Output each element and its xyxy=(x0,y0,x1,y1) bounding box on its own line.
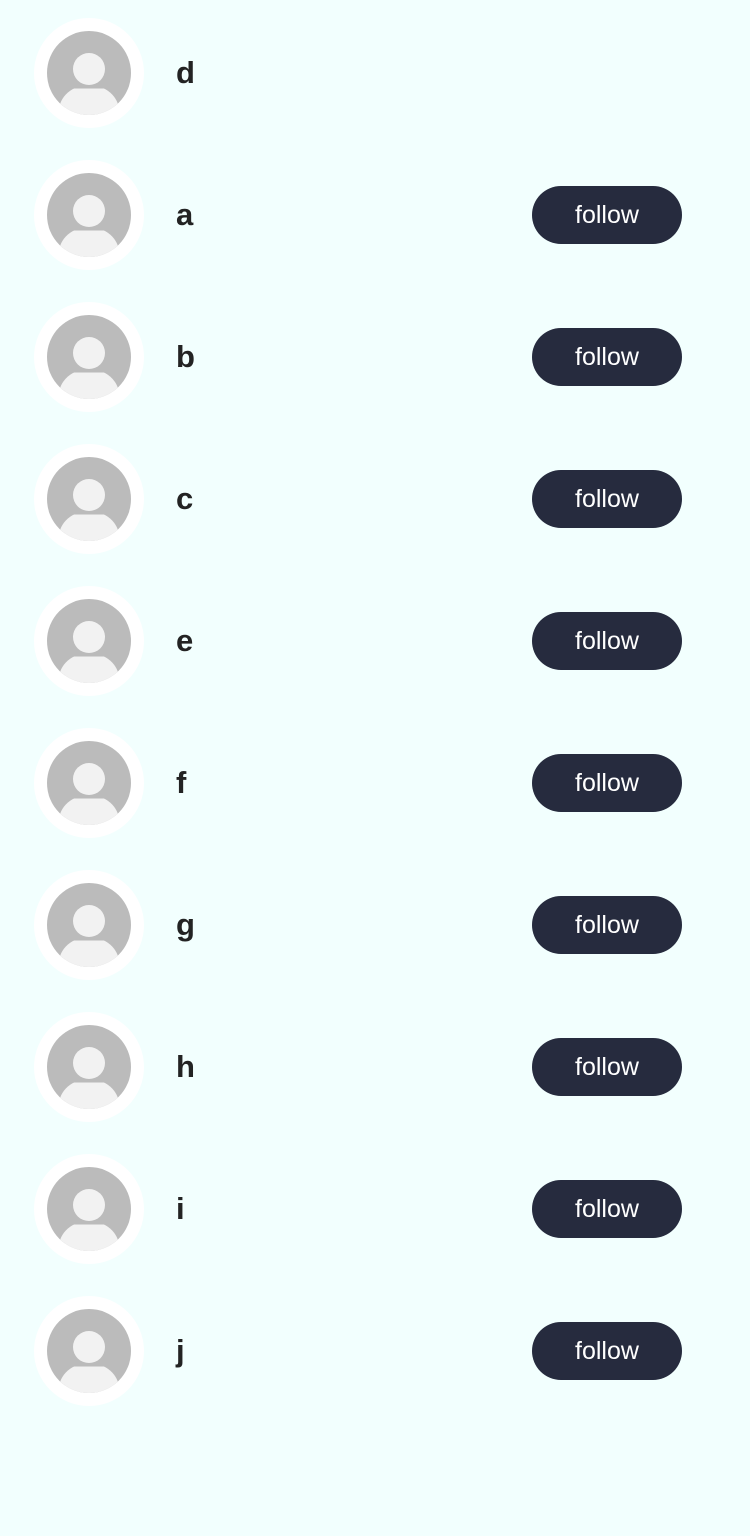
list-item[interactable]: g follow xyxy=(0,852,750,994)
username: f xyxy=(176,765,187,800)
avatar[interactable] xyxy=(34,1296,144,1406)
avatar[interactable] xyxy=(34,1012,144,1122)
list-item[interactable]: a follow xyxy=(0,142,750,284)
list-item[interactable]: d xyxy=(0,0,750,142)
follow-button[interactable]: follow xyxy=(532,896,682,954)
username: g xyxy=(176,907,195,942)
user-avatar-icon xyxy=(47,599,131,683)
user-avatar-icon xyxy=(47,741,131,825)
user-avatar-icon xyxy=(47,457,131,541)
user-avatar-icon xyxy=(47,1309,131,1393)
user-avatar-icon xyxy=(47,31,131,115)
user-avatar-icon xyxy=(47,315,131,399)
list-item[interactable]: e follow xyxy=(0,568,750,710)
username: h xyxy=(176,1049,195,1084)
username: a xyxy=(176,197,194,232)
user-list: d a follow b follow c follow e follow f … xyxy=(0,0,750,1536)
avatar[interactable] xyxy=(34,160,144,270)
avatar[interactable] xyxy=(34,302,144,412)
username: i xyxy=(176,1191,185,1226)
username: j xyxy=(176,1333,185,1368)
avatar[interactable] xyxy=(34,444,144,554)
list-item[interactable]: b follow xyxy=(0,284,750,426)
user-avatar-icon xyxy=(47,883,131,967)
follow-button[interactable]: follow xyxy=(532,186,682,244)
follow-button[interactable]: follow xyxy=(532,754,682,812)
follow-button[interactable]: follow xyxy=(532,470,682,528)
follow-button[interactable]: follow xyxy=(532,1038,682,1096)
list-item[interactable]: h follow xyxy=(0,994,750,1136)
follow-button[interactable]: follow xyxy=(532,328,682,386)
user-avatar-icon xyxy=(47,1025,131,1109)
avatar[interactable] xyxy=(34,586,144,696)
username: d xyxy=(176,55,195,90)
user-avatar-icon xyxy=(47,173,131,257)
follow-button[interactable]: follow xyxy=(532,1322,682,1380)
avatar[interactable] xyxy=(34,870,144,980)
follow-button[interactable]: follow xyxy=(532,612,682,670)
list-item[interactable]: j follow xyxy=(0,1278,750,1420)
username: c xyxy=(176,481,194,516)
follow-button[interactable]: follow xyxy=(532,1180,682,1238)
list-item[interactable]: i follow xyxy=(0,1136,750,1278)
avatar[interactable] xyxy=(34,1154,144,1264)
username: b xyxy=(176,339,195,374)
user-avatar-icon xyxy=(47,1167,131,1251)
avatar[interactable] xyxy=(34,728,144,838)
list-item[interactable]: f follow xyxy=(0,710,750,852)
list-item[interactable]: c follow xyxy=(0,426,750,568)
avatar[interactable] xyxy=(34,18,144,128)
username: e xyxy=(176,623,194,658)
